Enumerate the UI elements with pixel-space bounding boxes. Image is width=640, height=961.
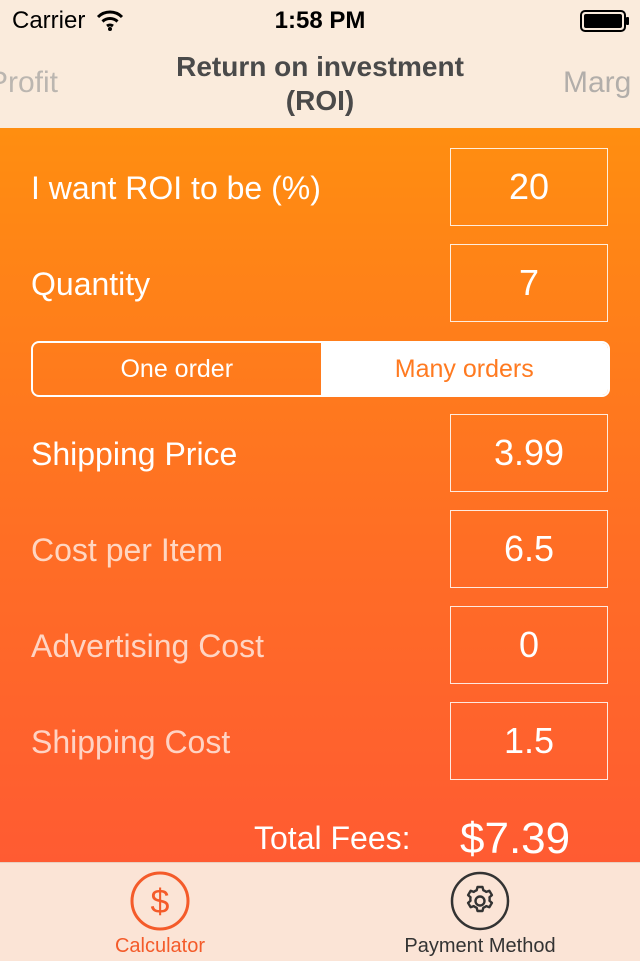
battery-icon xyxy=(580,10,629,32)
advertising-cost-row: Advertising Cost 0 xyxy=(0,606,640,686)
tab-calculator-label: Calculator xyxy=(114,935,206,957)
roi-label: I want ROI to be (%) xyxy=(31,170,321,206)
advertising-cost-input[interactable]: 0 xyxy=(450,606,608,684)
shipping-price-input[interactable]: 3.99 xyxy=(450,414,608,492)
cost-per-item-label: Cost per Item xyxy=(31,532,224,568)
tab-bar: $ Calculator Payment Method xyxy=(0,862,640,961)
total-fees-value: $7.39 xyxy=(460,814,571,863)
gear-icon xyxy=(450,871,510,931)
nav-prev-page[interactable]: Profit xyxy=(0,66,58,100)
quantity-input[interactable]: 7 xyxy=(450,244,608,322)
shipping-price-label: Shipping Price xyxy=(31,436,238,472)
svg-text:$: $ xyxy=(151,883,170,921)
advertising-cost-label: Advertising Cost xyxy=(31,628,264,664)
page-title: Return on investment (ROI) xyxy=(176,51,464,116)
tab-calculator[interactable]: $ Calculator xyxy=(0,863,320,961)
status-time: 1:58 PM xyxy=(274,7,366,34)
roi-row: I want ROI to be (%) 20 xyxy=(0,148,640,228)
quantity-row: Quantity 7 xyxy=(0,244,640,324)
tab-payment-method[interactable]: Payment Method xyxy=(320,863,640,961)
order-mode-segmented-control: One order Many orders xyxy=(31,341,610,397)
cost-per-item-input[interactable]: 6.5 xyxy=(450,510,608,588)
navigation-header: Carrier 1:58 PM Profit Return on investm… xyxy=(0,0,640,128)
tab-payment-method-label: Payment Method xyxy=(404,935,556,957)
shipping-price-row: Shipping Price 3.99 xyxy=(0,414,640,494)
roi-form: I want ROI to be (%) 20 Quantity 7 One o… xyxy=(0,128,640,863)
roi-input[interactable]: 20 xyxy=(450,148,608,226)
shipping-cost-label: Shipping Cost xyxy=(31,724,231,760)
many-orders-option[interactable]: Many orders xyxy=(320,343,608,395)
cost-per-item-row: Cost per Item 6.5 xyxy=(0,510,640,590)
nav-next-page[interactable]: Marg xyxy=(563,66,631,100)
quantity-label: Quantity xyxy=(31,266,151,302)
shipping-cost-input[interactable]: 1.5 xyxy=(450,702,608,780)
total-fees-label: Total Fees: xyxy=(254,820,411,856)
one-order-option[interactable]: One order xyxy=(33,343,321,395)
status-bar: Carrier 1:58 PM xyxy=(0,0,640,40)
shipping-cost-row: Shipping Cost 1.5 xyxy=(0,702,640,782)
dollar-icon: $ xyxy=(130,871,190,931)
